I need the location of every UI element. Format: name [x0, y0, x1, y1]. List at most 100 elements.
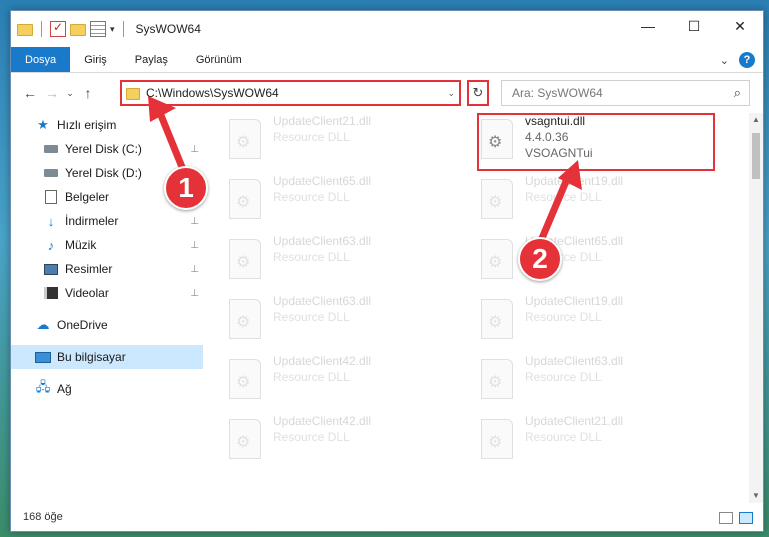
file-item[interactable]: UpdateClient65.dll Resource DLL: [229, 173, 371, 229]
sidebar-item-network[interactable]: 🖧 Ağ: [11, 377, 203, 401]
file-item[interactable]: UpdateClient42.dll Resource DLL: [229, 413, 371, 469]
file-description: Resource DLL: [525, 430, 602, 444]
quick-access-toolbar: ▾: [17, 20, 128, 37]
sidebar-item-quick-access[interactable]: ★ Hızlı erişim: [11, 113, 203, 137]
recent-locations-button[interactable]: ⌄: [63, 88, 77, 99]
dll-file-icon: [481, 179, 513, 219]
sidebar-item-label: Hızlı erişim: [57, 118, 117, 132]
file-name: UpdateClient42.dll: [273, 354, 372, 368]
file-description: Resource DLL: [525, 190, 602, 204]
tab-share[interactable]: Paylaş: [121, 47, 182, 72]
ribbon-right-controls: ⌄ ?: [720, 52, 755, 68]
window-title: SysWOW64: [135, 22, 201, 36]
new-folder-icon[interactable]: [70, 24, 86, 36]
file-name: UpdateClient19.dll: [525, 294, 624, 308]
file-item[interactable]: UpdateClient63.dll Resource DLL: [481, 353, 623, 409]
folder-icon: [126, 88, 140, 100]
folder-icon: [17, 24, 33, 36]
file-item[interactable]: UpdateClient63.dll Resource DLL: [229, 293, 371, 349]
file-name: UpdateClient63.dll: [525, 354, 624, 368]
sidebar-item-disk-c[interactable]: Yerel Disk (C:) ⊥: [11, 137, 203, 161]
sidebar-item-label: Resimler: [65, 262, 113, 276]
sidebar-item-downloads[interactable]: ↓ İndirmeler ⊥: [11, 209, 203, 233]
sidebar-item-music[interactable]: ♪ Müzik ⊥: [11, 233, 203, 257]
scroll-thumb[interactable]: [752, 133, 760, 179]
maximize-button[interactable]: ☐: [671, 11, 717, 41]
file-description: Resource DLL: [273, 430, 350, 444]
refresh-button[interactable]: ↻: [467, 80, 489, 106]
close-button[interactable]: ✕: [717, 11, 763, 41]
dll-file-icon: [481, 239, 513, 279]
explorer-window: ▾ SysWOW64 — ☐ ✕ Dosya Giriş Paylaş Görü…: [10, 10, 764, 532]
cloud-icon: ☁: [36, 317, 50, 332]
search-input[interactable]: Ara: SysWOW64 ⌕: [501, 80, 750, 106]
sidebar-item-videos[interactable]: Videolar ⊥: [11, 281, 203, 305]
dll-file-icon: [229, 359, 261, 399]
sidebar-item-pictures[interactable]: Resimler ⊥: [11, 257, 203, 281]
view-toggle: [719, 512, 753, 524]
properties-icon[interactable]: [90, 21, 106, 37]
sidebar-item-this-pc[interactable]: Bu bilgisayar: [11, 345, 203, 369]
documents-icon: [43, 189, 59, 205]
sidebar-item-label: Belgeler: [65, 190, 110, 204]
back-button[interactable]: ←: [19, 85, 41, 101]
file-name: UpdateClient42.dll: [273, 414, 372, 428]
file-item[interactable]: UpdateClient63.dll Resource DLL: [229, 233, 371, 289]
drive-icon: [43, 141, 59, 157]
search-placeholder: Ara: SysWOW64: [512, 86, 603, 100]
video-icon: [43, 285, 59, 301]
file-item[interactable]: UpdateClient19.dll Resource DLL: [481, 293, 623, 349]
pin-icon: ⊥: [190, 143, 199, 155]
computer-icon: [35, 349, 51, 365]
large-icons-view-icon[interactable]: [739, 512, 753, 524]
file-list: UpdateClient21.dllResource DLL vsagntui.…: [211, 113, 741, 503]
tab-view[interactable]: Görünüm: [182, 47, 256, 72]
item-count: 168 öğe: [23, 511, 63, 523]
customize-toolbar-dropdown-icon[interactable]: ▾: [110, 24, 115, 35]
file-item[interactable]: UpdateClient21.dll Resource DLL: [481, 413, 623, 469]
pin-icon: ⊥: [190, 287, 199, 299]
address-path[interactable]: C:\Windows\SysWOW64: [146, 86, 279, 100]
sidebar-item-onedrive[interactable]: ☁ OneDrive: [11, 313, 203, 337]
file-item[interactable]: UpdateClient42.dll Resource DLL: [229, 353, 371, 409]
pin-icon: ⊥: [190, 215, 199, 227]
dll-file-icon: [229, 299, 261, 339]
dll-file-icon: [229, 119, 261, 159]
help-icon[interactable]: ?: [739, 52, 755, 68]
callout-badge-2: 2: [518, 237, 562, 281]
status-bar: 168 öğe: [11, 503, 763, 531]
title-bar: ▾ SysWOW64 — ☐ ✕: [11, 11, 763, 47]
scroll-up-icon[interactable]: ▲: [749, 113, 763, 127]
divider: [41, 21, 42, 37]
dll-file-icon: [481, 299, 513, 339]
file-name: UpdateClient63.dll: [273, 234, 372, 248]
dll-file-icon: [229, 179, 261, 219]
ribbon-tabs: Dosya Giriş Paylaş Görünüm ⌄ ?: [11, 47, 763, 73]
file-item[interactable]: UpdateClient21.dll Resource DLL: [229, 113, 371, 169]
up-button[interactable]: ↑: [77, 85, 99, 101]
tab-file[interactable]: Dosya: [11, 47, 71, 72]
forward-button[interactable]: →: [41, 85, 63, 101]
minimize-button[interactable]: —: [625, 11, 671, 41]
file-name: UpdateClient65.dll: [273, 174, 372, 188]
dll-file-icon: [481, 419, 513, 459]
address-bar[interactable]: C:\Windows\SysWOW64 ⌄: [120, 80, 461, 106]
properties-check-icon[interactable]: [50, 20, 66, 37]
file-item[interactable]: UpdateClient19.dll Resource DLL: [481, 173, 623, 229]
scroll-down-icon[interactable]: ▼: [749, 489, 763, 503]
dll-file-icon: [229, 239, 261, 279]
search-icon[interactable]: ⌕: [734, 85, 741, 101]
expand-ribbon-icon[interactable]: ⌄: [720, 54, 729, 67]
sidebar-item-label: Videolar: [65, 286, 109, 300]
tab-home[interactable]: Giriş: [70, 47, 121, 72]
file-name: UpdateClient19.dll: [525, 174, 624, 188]
address-dropdown-icon[interactable]: ⌄: [447, 88, 455, 99]
file-description: Resource DLL: [525, 370, 602, 384]
file-description: Resource DLL: [273, 370, 350, 384]
vertical-scrollbar[interactable]: ▲ ▼: [749, 113, 763, 503]
file-description: Resource DLL: [273, 190, 350, 204]
details-view-icon[interactable]: [719, 512, 733, 524]
drive-icon: [43, 165, 59, 181]
file-name: UpdateClient21.dll: [273, 114, 372, 128]
dll-file-icon: [229, 419, 261, 459]
